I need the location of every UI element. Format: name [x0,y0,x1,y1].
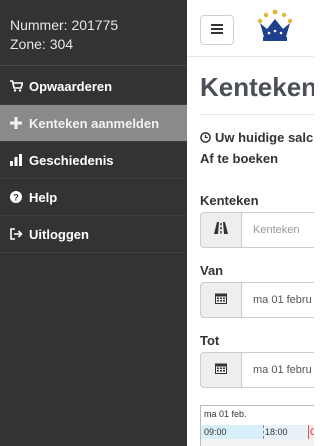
bar-chart-icon [9,153,23,167]
sidebar-item-label: Uitloggen [29,226,89,242]
road-icon-addon [200,212,242,248]
timeline-cut-label: C [309,425,314,439]
account-number: Nummer: 201775 [10,17,119,33]
calendar-icon-addon-van[interactable] [200,282,242,318]
van-label: Van [200,263,224,278]
account-info: Nummer: 201775 Zone: 304 [0,0,187,66]
saldo-line: Uw huidige salc [200,130,313,145]
kenteken-input[interactable]: Kenteken [242,212,314,248]
timeline-date: ma 01 feb. [204,409,247,419]
svg-text:?: ? [13,193,19,203]
hamburger-icon [211,21,223,39]
timeline-bar: 09:00 18:00 C [201,425,314,439]
kenteken-input-group: Kenteken [200,212,314,248]
road-icon [214,221,228,239]
kenteken-label: Kenteken [200,193,259,208]
van-input-group: ma 01 febru [200,282,314,318]
timeline-start-time: 09:00 [201,425,264,439]
af-te-boeken-label: Af te boeken [200,151,279,166]
menu-toggle-button[interactable] [200,15,234,45]
top-bar [187,0,314,57]
tot-date-input[interactable]: ma 01 febru [242,352,314,388]
tot-input-group: ma 01 febru [200,352,314,388]
sidebar-item-uitloggen[interactable]: Uitloggen [0,216,187,253]
saldo-text: Uw huidige salc [215,130,314,145]
sidebar-nav: Opwaarderen Kenteken aanmelden Geschiede… [0,68,187,253]
sidebar-item-label: Help [29,189,58,205]
sidebar-item-label: Kenteken aanmelden [29,115,160,131]
timeline-end-time: 18:00 [264,425,309,439]
crown-logo [255,9,295,52]
sidebar: Nummer: 201775 Zone: 304 Opwaarderen Ken… [0,0,187,446]
sidebar-item-label: Geschiedenis [29,152,114,168]
van-date-input[interactable]: ma 01 febru [242,282,314,318]
sidebar-item-label: Opwaarderen [29,78,113,94]
plus-icon [9,116,23,130]
parking-timeline: ma 01 feb. 09:00 18:00 C [200,405,314,446]
question-circle-icon: ? [9,190,23,204]
timeline-footer [201,439,314,446]
logout-icon [9,227,23,241]
timeline-cut-text: C [310,427,314,437]
calendar-icon [215,361,227,379]
sidebar-item-kenteken-aanmelden[interactable]: Kenteken aanmelden [0,105,187,142]
calendar-icon-addon-tot[interactable] [200,352,242,388]
tot-label: Tot [200,333,220,348]
main-content: Kenteken Uw huidige salc Af te boeken Ke… [187,0,314,446]
account-zone: Zone: 304 [10,36,74,52]
calendar-icon [215,291,227,309]
sidebar-item-help[interactable]: ? Help [0,179,187,216]
page-title: Kenteken [200,72,314,102]
divider [200,114,314,115]
cart-icon [9,79,23,93]
clock-icon [200,132,211,143]
sidebar-item-opwaarderen[interactable]: Opwaarderen [0,68,187,105]
sidebar-item-geschiedenis[interactable]: Geschiedenis [0,142,187,179]
